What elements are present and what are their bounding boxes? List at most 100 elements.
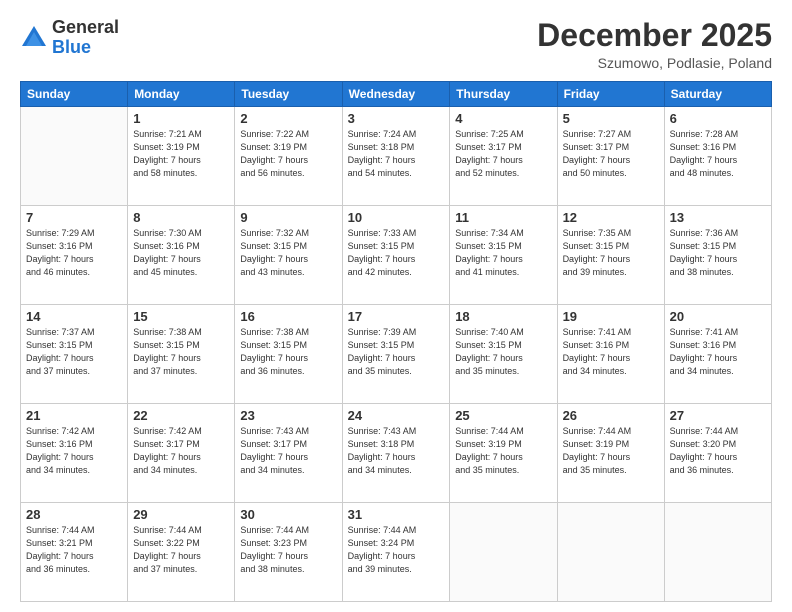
table-row: 11 Sunrise: 7:34 AM Sunset: 3:15 PM Dayli… <box>450 206 557 305</box>
cell-date-number: 25 <box>455 408 551 423</box>
cell-info-text: Sunrise: 7:25 AM Sunset: 3:17 PM Dayligh… <box>455 128 551 180</box>
cell-info-text: Sunrise: 7:21 AM Sunset: 3:19 PM Dayligh… <box>133 128 229 180</box>
logo: General Blue <box>20 18 119 58</box>
cell-info-text: Sunrise: 7:41 AM Sunset: 3:16 PM Dayligh… <box>563 326 659 378</box>
cell-date-number: 19 <box>563 309 659 324</box>
cell-info-text: Sunrise: 7:44 AM Sunset: 3:23 PM Dayligh… <box>240 524 336 576</box>
cell-info-text: Sunrise: 7:27 AM Sunset: 3:17 PM Dayligh… <box>563 128 659 180</box>
cell-date-number: 15 <box>133 309 229 324</box>
cell-date-number: 7 <box>26 210 122 225</box>
cell-date-number: 11 <box>455 210 551 225</box>
cell-date-number: 27 <box>670 408 766 423</box>
cell-info-text: Sunrise: 7:42 AM Sunset: 3:16 PM Dayligh… <box>26 425 122 477</box>
cell-date-number: 9 <box>240 210 336 225</box>
cell-info-text: Sunrise: 7:42 AM Sunset: 3:17 PM Dayligh… <box>133 425 229 477</box>
table-row <box>664 503 771 602</box>
calendar-week-row: 1 Sunrise: 7:21 AM Sunset: 3:19 PM Daylig… <box>21 107 772 206</box>
header-friday: Friday <box>557 82 664 107</box>
cell-date-number: 14 <box>26 309 122 324</box>
cell-info-text: Sunrise: 7:35 AM Sunset: 3:15 PM Dayligh… <box>563 227 659 279</box>
table-row: 31Sunrise: 7:44 AM Sunset: 3:24 PM Dayli… <box>342 503 450 602</box>
table-row: 22 Sunrise: 7:42 AM Sunset: 3:17 PM Dayli… <box>128 404 235 503</box>
weekday-row: Sunday Monday Tuesday Wednesday Thursday… <box>21 82 772 107</box>
table-row: 24Sunrise: 7:43 AM Sunset: 3:18 PM Dayli… <box>342 404 450 503</box>
cell-info-text: Sunrise: 7:34 AM Sunset: 3:15 PM Dayligh… <box>455 227 551 279</box>
logo-icon <box>20 24 48 52</box>
header-saturday: Saturday <box>664 82 771 107</box>
cell-info-text: Sunrise: 7:37 AM Sunset: 3:15 PM Dayligh… <box>26 326 122 378</box>
cell-date-number: 6 <box>670 111 766 126</box>
cell-date-number: 13 <box>670 210 766 225</box>
table-row: 26 Sunrise: 7:44 AM Sunset: 3:19 PM Dayli… <box>557 404 664 503</box>
cell-date-number: 16 <box>240 309 336 324</box>
cell-info-text: Sunrise: 7:44 AM Sunset: 3:22 PM Dayligh… <box>133 524 229 576</box>
cell-date-number: 18 <box>455 309 551 324</box>
table-row: 23Sunrise: 7:43 AM Sunset: 3:17 PM Dayli… <box>235 404 342 503</box>
cell-info-text: Sunrise: 7:44 AM Sunset: 3:19 PM Dayligh… <box>455 425 551 477</box>
logo-text: General Blue <box>52 18 119 58</box>
page: General Blue December 2025 Szumowo, Podl… <box>0 0 792 612</box>
calendar-week-row: 28Sunrise: 7:44 AM Sunset: 3:21 PM Dayli… <box>21 503 772 602</box>
table-row: 29 Sunrise: 7:44 AM Sunset: 3:22 PM Dayli… <box>128 503 235 602</box>
table-row: 13Sunrise: 7:36 AM Sunset: 3:15 PM Dayli… <box>664 206 771 305</box>
header-monday: Monday <box>128 82 235 107</box>
header-thursday: Thursday <box>450 82 557 107</box>
cell-info-text: Sunrise: 7:38 AM Sunset: 3:15 PM Dayligh… <box>240 326 336 378</box>
cell-info-text: Sunrise: 7:39 AM Sunset: 3:15 PM Dayligh… <box>348 326 445 378</box>
table-row: 20 Sunrise: 7:41 AM Sunset: 3:16 PM Dayli… <box>664 305 771 404</box>
cell-date-number: 4 <box>455 111 551 126</box>
table-row: 19 Sunrise: 7:41 AM Sunset: 3:16 PM Dayli… <box>557 305 664 404</box>
calendar-table: Sunday Monday Tuesday Wednesday Thursday… <box>20 81 772 602</box>
cell-date-number: 12 <box>563 210 659 225</box>
calendar-header: Sunday Monday Tuesday Wednesday Thursday… <box>21 82 772 107</box>
table-row: 7Sunrise: 7:29 AM Sunset: 3:16 PM Daylig… <box>21 206 128 305</box>
calendar-week-row: 14 Sunrise: 7:37 AM Sunset: 3:15 PM Dayli… <box>21 305 772 404</box>
table-row: 28Sunrise: 7:44 AM Sunset: 3:21 PM Dayli… <box>21 503 128 602</box>
cell-info-text: Sunrise: 7:44 AM Sunset: 3:21 PM Dayligh… <box>26 524 122 576</box>
calendar-week-row: 21Sunrise: 7:42 AM Sunset: 3:16 PM Dayli… <box>21 404 772 503</box>
cell-date-number: 20 <box>670 309 766 324</box>
table-row: 5Sunrise: 7:27 AM Sunset: 3:17 PM Daylig… <box>557 107 664 206</box>
table-row: 25 Sunrise: 7:44 AM Sunset: 3:19 PM Dayli… <box>450 404 557 503</box>
cell-info-text: Sunrise: 7:41 AM Sunset: 3:16 PM Dayligh… <box>670 326 766 378</box>
cell-date-number: 3 <box>348 111 445 126</box>
table-row <box>557 503 664 602</box>
header-wednesday: Wednesday <box>342 82 450 107</box>
cell-info-text: Sunrise: 7:38 AM Sunset: 3:15 PM Dayligh… <box>133 326 229 378</box>
cell-info-text: Sunrise: 7:44 AM Sunset: 3:20 PM Dayligh… <box>670 425 766 477</box>
cell-date-number: 30 <box>240 507 336 522</box>
cell-info-text: Sunrise: 7:40 AM Sunset: 3:15 PM Dayligh… <box>455 326 551 378</box>
header: General Blue December 2025 Szumowo, Podl… <box>20 18 772 71</box>
logo-general: General <box>52 17 119 37</box>
table-row: 16 Sunrise: 7:38 AM Sunset: 3:15 PM Dayli… <box>235 305 342 404</box>
table-row: 2Sunrise: 7:22 AM Sunset: 3:19 PM Daylig… <box>235 107 342 206</box>
table-row: 18 Sunrise: 7:40 AM Sunset: 3:15 PM Dayli… <box>450 305 557 404</box>
logo-blue: Blue <box>52 37 91 57</box>
cell-info-text: Sunrise: 7:33 AM Sunset: 3:15 PM Dayligh… <box>348 227 445 279</box>
cell-date-number: 24 <box>348 408 445 423</box>
cell-info-text: Sunrise: 7:44 AM Sunset: 3:19 PM Dayligh… <box>563 425 659 477</box>
table-row: 27 Sunrise: 7:44 AM Sunset: 3:20 PM Dayli… <box>664 404 771 503</box>
cell-date-number: 29 <box>133 507 229 522</box>
table-row: 4 Sunrise: 7:25 AM Sunset: 3:17 PM Daylig… <box>450 107 557 206</box>
header-sunday: Sunday <box>21 82 128 107</box>
table-row: 30 Sunrise: 7:44 AM Sunset: 3:23 PM Dayli… <box>235 503 342 602</box>
month-title: December 2025 <box>537 18 772 53</box>
cell-date-number: 31 <box>348 507 445 522</box>
table-row: 14 Sunrise: 7:37 AM Sunset: 3:15 PM Dayli… <box>21 305 128 404</box>
cell-date-number: 17 <box>348 309 445 324</box>
cell-info-text: Sunrise: 7:32 AM Sunset: 3:15 PM Dayligh… <box>240 227 336 279</box>
cell-info-text: Sunrise: 7:22 AM Sunset: 3:19 PM Dayligh… <box>240 128 336 180</box>
calendar-body: 1 Sunrise: 7:21 AM Sunset: 3:19 PM Daylig… <box>21 107 772 602</box>
table-row: 6Sunrise: 7:28 AM Sunset: 3:16 PM Daylig… <box>664 107 771 206</box>
cell-info-text: Sunrise: 7:30 AM Sunset: 3:16 PM Dayligh… <box>133 227 229 279</box>
cell-date-number: 1 <box>133 111 229 126</box>
table-row: 8 Sunrise: 7:30 AM Sunset: 3:16 PM Daylig… <box>128 206 235 305</box>
table-row: 10Sunrise: 7:33 AM Sunset: 3:15 PM Dayli… <box>342 206 450 305</box>
cell-date-number: 8 <box>133 210 229 225</box>
cell-info-text: Sunrise: 7:24 AM Sunset: 3:18 PM Dayligh… <box>348 128 445 180</box>
cell-date-number: 22 <box>133 408 229 423</box>
location-subtitle: Szumowo, Podlasie, Poland <box>537 55 772 71</box>
cell-date-number: 26 <box>563 408 659 423</box>
table-row: 17 Sunrise: 7:39 AM Sunset: 3:15 PM Dayli… <box>342 305 450 404</box>
